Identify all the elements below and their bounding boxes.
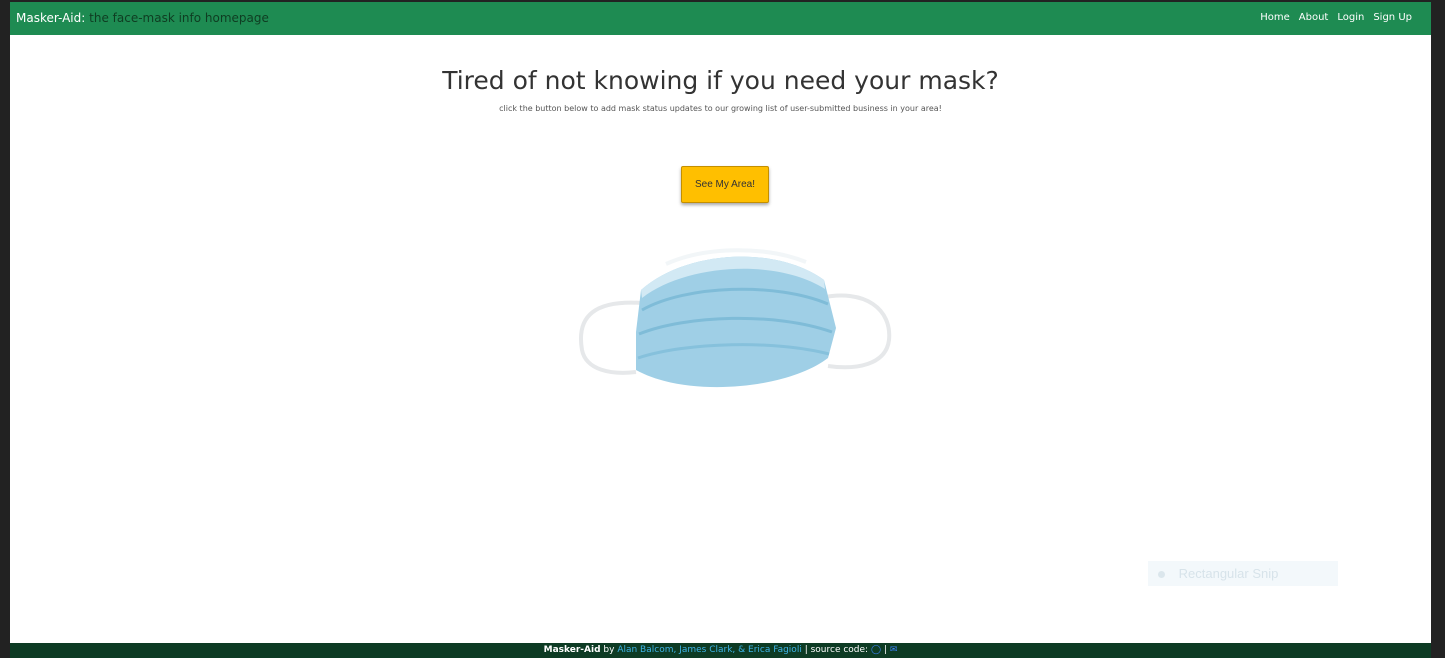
snip-dot-icon xyxy=(1158,571,1165,579)
brand-name[interactable]: Masker-Aid: xyxy=(16,11,85,25)
page-frame: Masker-Aid: the face-mask info homepage … xyxy=(10,2,1431,643)
footer-separator: | xyxy=(883,645,887,655)
page-subtext: click the button below to add mask statu… xyxy=(499,104,942,113)
page-footer: Masker-Aid by Alan Balcom, James Clark, … xyxy=(10,643,1431,658)
brand-tagline[interactable]: the face-mask info homepage xyxy=(89,11,269,25)
see-my-area-button[interactable]: See My Area! xyxy=(681,166,769,203)
top-navbar: Masker-Aid: the face-mask info homepage … xyxy=(10,2,1431,35)
nav-about-link[interactable]: About xyxy=(1299,12,1329,23)
brand[interactable]: Masker-Aid: the face-mask info homepage xyxy=(16,11,269,25)
nav-login-link[interactable]: Login xyxy=(1337,12,1364,23)
footer-source-label: | source code: xyxy=(804,645,869,655)
nav-signup-link[interactable]: Sign Up xyxy=(1373,12,1412,23)
footer-by: by xyxy=(603,645,615,655)
rectangular-snip-overlay: Rectangular Snip xyxy=(1148,561,1338,586)
footer-authors-link[interactable]: Alan Balcom, James Clark, & Erica Fagiol… xyxy=(617,645,802,655)
page-headline: Tired of not knowing if you need your ma… xyxy=(442,66,999,95)
github-icon[interactable]: ◯ xyxy=(871,645,881,655)
face-mask-image xyxy=(579,248,892,388)
snip-label: Rectangular Snip xyxy=(1178,566,1279,581)
footer-brand: Masker-Aid xyxy=(543,645,601,655)
nav-links: Home About Login Sign Up xyxy=(1260,12,1412,23)
nav-home-link[interactable]: Home xyxy=(1260,12,1290,23)
envelope-icon[interactable]: ✉ xyxy=(890,645,898,655)
